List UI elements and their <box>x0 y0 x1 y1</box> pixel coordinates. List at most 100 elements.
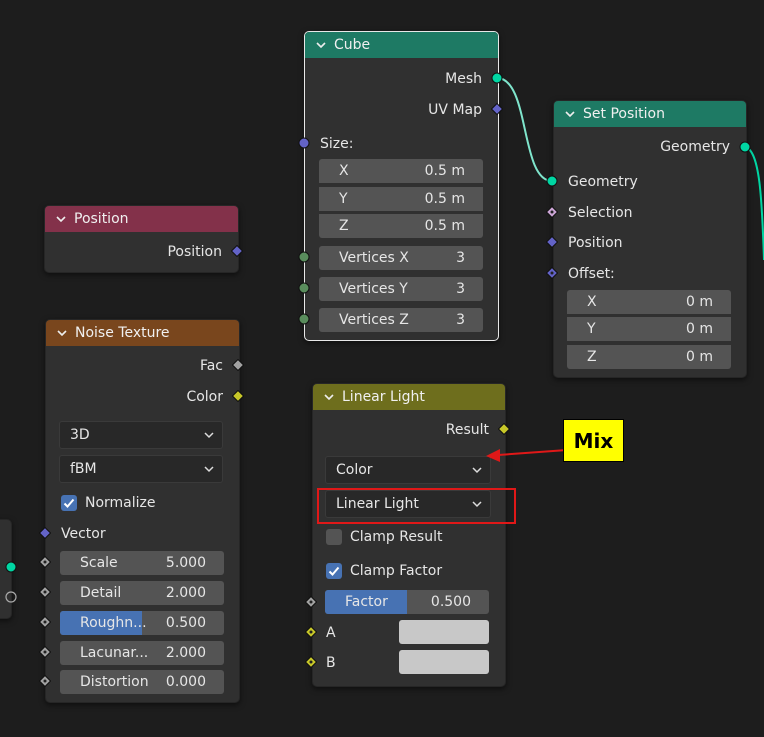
chevron-down-icon[interactable] <box>55 213 69 225</box>
noise-vector-label: Vector <box>61 526 106 542</box>
field-value: 0 m <box>686 321 713 337</box>
offscreen-empty-socket[interactable] <box>5 591 17 603</box>
linear-light-b-socket[interactable] <box>305 656 317 668</box>
annotation-mix-text: Mix <box>573 428 614 453</box>
clamp-factor-checkbox[interactable] <box>326 563 342 579</box>
cube-node-header[interactable]: Cube <box>305 32 498 58</box>
set-position-input-geometry: Geometry <box>568 174 638 190</box>
noise-detail-field[interactable]: Detail 2.000 <box>60 581 224 605</box>
set-position-input-position: Position <box>568 235 623 251</box>
set-position-position-socket[interactable] <box>546 236 558 248</box>
field-label: Lacunar... <box>80 645 149 661</box>
noise-distortion-field[interactable]: Distortion 0.000 <box>60 670 224 694</box>
set-position-selection-socket[interactable] <box>546 206 558 218</box>
noise-lacunarity-field[interactable]: Lacunar... 2.000 <box>60 641 224 665</box>
chevron-down-icon <box>204 422 214 457</box>
set-position-geometry-out-socket[interactable] <box>739 141 751 153</box>
linear-light-node-header[interactable]: Linear Light <box>313 384 505 410</box>
set-position-output-geometry: Geometry <box>660 139 730 155</box>
clamp-result-label: Clamp Result <box>350 529 443 545</box>
normalize-checkbox[interactable] <box>61 495 77 511</box>
noise-color-socket[interactable] <box>232 390 244 402</box>
noise-dimensions-dropdown[interactable]: 3D <box>59 421 223 449</box>
set-position-offset-z-field[interactable]: Z 0 m <box>567 345 731 369</box>
clamp-result-checkbox[interactable] <box>326 529 342 545</box>
position-node-title: Position <box>74 211 129 227</box>
noise-normalize-row[interactable]: Normalize <box>61 492 231 514</box>
linear-light-factor-slider[interactable]: Factor 0.500 <box>325 590 489 614</box>
set-position-node-header[interactable]: Set Position <box>554 101 746 127</box>
noise-texture-node-header[interactable]: Noise Texture <box>46 320 239 346</box>
position-output-socket[interactable] <box>231 245 243 257</box>
chevron-down-icon[interactable] <box>323 391 337 403</box>
noise-lacunarity-socket[interactable] <box>39 646 51 658</box>
noise-vector-socket[interactable] <box>39 527 51 539</box>
noise-type-dropdown[interactable]: fBM <box>59 455 223 483</box>
set-position-geometry-in-socket[interactable] <box>546 175 558 187</box>
linear-light-node[interactable]: Linear Light Result Color Linear Light C… <box>312 383 506 687</box>
set-position-offset-socket[interactable] <box>546 267 558 279</box>
cube-uvmap-socket[interactable] <box>491 103 503 115</box>
cube-vertices-z-field[interactable]: Vertices Z 3 <box>319 308 483 332</box>
field-label: Vertices Z <box>339 312 409 328</box>
cube-vertices-x-field[interactable]: Vertices X 3 <box>319 246 483 270</box>
linear-light-clamp-factor-row[interactable]: Clamp Factor <box>326 560 496 582</box>
cube-node[interactable]: Cube Mesh UV Map Size: X 0.5 m Y 0.5 m Z… <box>304 31 499 341</box>
linear-light-result-socket[interactable] <box>498 423 510 435</box>
field-label: Y <box>339 191 348 207</box>
field-label: Vertices X <box>339 250 409 266</box>
position-output-label: Position <box>167 244 222 260</box>
cube-output-mesh: Mesh <box>445 71 482 87</box>
linear-light-factor-socket[interactable] <box>305 596 317 608</box>
linear-light-node-title: Linear Light <box>342 389 425 405</box>
noise-distortion-socket[interactable] <box>39 675 51 687</box>
field-value: 0.5 m <box>424 191 465 207</box>
field-value: 5.000 <box>165 555 206 571</box>
set-position-offset-y-field[interactable]: Y 0 m <box>567 317 731 341</box>
cube-vertices-y-socket[interactable] <box>298 282 310 294</box>
position-node-header[interactable]: Position <box>45 206 238 232</box>
linear-light-output-result: Result <box>445 422 489 438</box>
linear-light-input-a-color[interactable] <box>399 620 489 644</box>
cube-size-label: Size: <box>320 136 354 152</box>
dropdown-value: fBM <box>70 461 97 477</box>
chevron-down-icon[interactable] <box>315 39 329 51</box>
field-label: Z <box>339 218 349 234</box>
chevron-down-icon[interactable] <box>564 108 578 120</box>
set-position-node-title: Set Position <box>583 106 665 122</box>
cube-size-y-field[interactable]: Y 0.5 m <box>319 187 483 211</box>
noise-fac-socket[interactable] <box>232 359 244 371</box>
noise-roughness-socket[interactable] <box>39 616 51 628</box>
field-label: Roughn... <box>80 615 147 631</box>
linear-light-a-socket[interactable] <box>305 626 317 638</box>
linear-light-input-b-label: B <box>326 655 336 671</box>
set-position-node[interactable]: Set Position Geometry Geometry Selection… <box>553 100 747 378</box>
chevron-down-icon[interactable] <box>56 327 70 339</box>
cube-mesh-socket[interactable] <box>491 72 503 84</box>
cube-size-x-field[interactable]: X 0.5 m <box>319 159 483 183</box>
annotation-highlight-box <box>317 488 516 524</box>
field-value: 0 m <box>686 294 713 310</box>
cube-size-socket[interactable] <box>298 137 310 149</box>
field-label: Y <box>587 321 596 337</box>
field-label: Factor <box>345 594 388 610</box>
noise-scale-field[interactable]: Scale 5.000 <box>60 551 224 575</box>
cube-output-uvmap: UV Map <box>428 102 482 118</box>
set-position-offset-x-field[interactable]: X 0 m <box>567 290 731 314</box>
noise-detail-socket[interactable] <box>39 586 51 598</box>
cube-size-z-field[interactable]: Z 0.5 m <box>319 214 483 238</box>
cube-vertices-z-socket[interactable] <box>298 313 310 325</box>
cube-vertices-y-field[interactable]: Vertices Y 3 <box>319 277 483 301</box>
noise-roughness-slider[interactable]: Roughn... 0.500 <box>60 611 224 635</box>
noise-texture-node[interactable]: Noise Texture Fac Color 3D fBM Normalize… <box>45 319 240 703</box>
linear-light-clamp-result-row[interactable]: Clamp Result <box>326 526 496 548</box>
linear-light-input-a-label: A <box>326 625 336 641</box>
position-node[interactable]: Position Position <box>44 205 239 273</box>
offscreen-geometry-socket[interactable] <box>5 561 17 573</box>
linear-light-input-b-color[interactable] <box>399 650 489 674</box>
field-label: X <box>339 163 349 179</box>
dropdown-value: Color <box>336 462 373 478</box>
noise-scale-socket[interactable] <box>39 556 51 568</box>
linear-light-data-type-dropdown[interactable]: Color <box>325 456 491 484</box>
cube-vertices-x-socket[interactable] <box>298 251 310 263</box>
